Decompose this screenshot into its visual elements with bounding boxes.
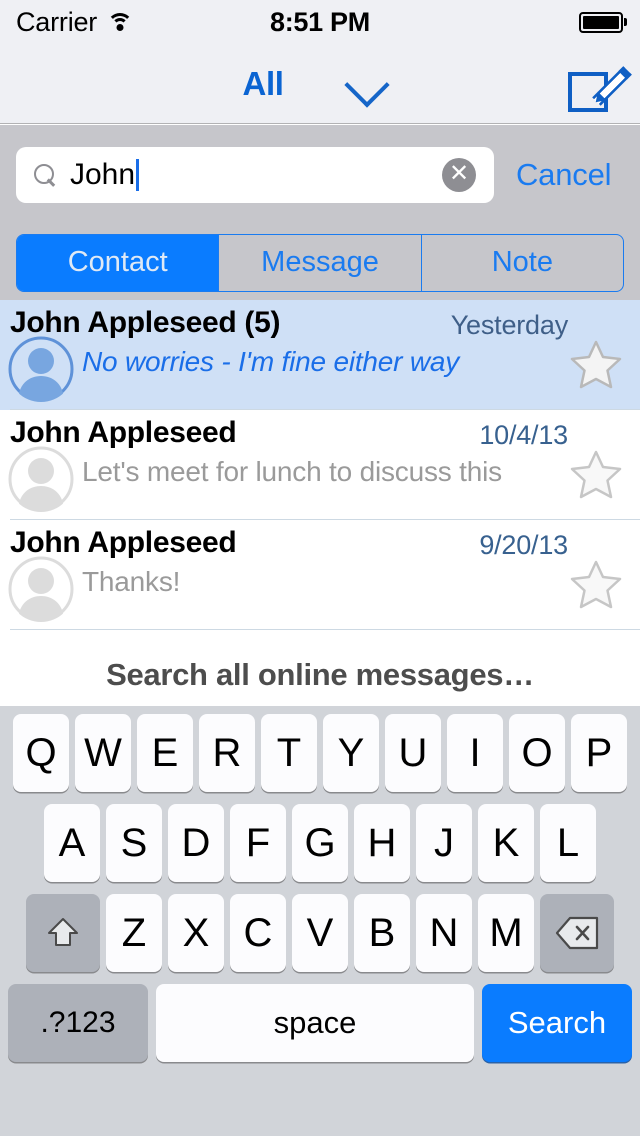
on-screen-keyboard: QWERTYUIOP ASDFGHJKL ZXCVBNM .?123 space… [0,706,640,1136]
backspace-icon[interactable] [540,894,614,972]
key-j[interactable]: J [416,804,472,882]
compose-icon[interactable] [566,62,618,114]
key-w[interactable]: W [75,714,131,792]
chevron-down-icon[interactable] [343,69,397,99]
keyboard-row-1: QWERTYUIOP [0,714,640,792]
key-v[interactable]: V [292,894,348,972]
keyboard-row-4: .?123 space Search [0,984,640,1062]
result-name: John Appleseed [10,416,236,450]
key-d[interactable]: D [168,804,224,882]
key-n[interactable]: N [416,894,472,972]
clear-circle-icon[interactable]: ✕ [442,158,476,192]
navigation-bar: All [0,44,640,124]
result-date: Yesterday [451,310,568,341]
shift-icon[interactable] [26,894,100,972]
search-icon [34,164,56,186]
table-row[interactable]: John Appleseed 9/20/13 Thanks! [0,520,640,630]
filter-label: All [243,65,284,103]
key-p[interactable]: P [571,714,627,792]
result-date: 10/4/13 [479,420,568,451]
result-name: John Appleseed (5) [10,306,280,340]
key-a[interactable]: A [44,804,100,882]
tab-contact[interactable]: Contact [17,235,219,291]
keyboard-row-2: ASDFGHJKL [0,804,640,882]
table-row[interactable]: John Appleseed (5) Yesterday No worries … [0,300,640,410]
key-f[interactable]: F [230,804,286,882]
text-cursor [136,159,139,191]
key-r[interactable]: R [199,714,255,792]
key-m[interactable]: M [478,894,534,972]
battery-full-icon [579,12,627,33]
space-key[interactable]: space [156,984,474,1062]
key-q[interactable]: Q [13,714,69,792]
key-o[interactable]: O [509,714,565,792]
search-online-label: Search all online messages… [106,657,534,693]
star-outline-icon[interactable] [568,558,624,612]
mailbox-filter-button[interactable]: All [243,65,398,103]
result-preview: Let's meet for lunch to discuss this [82,456,502,488]
tab-message[interactable]: Message [219,235,421,291]
key-h[interactable]: H [354,804,410,882]
contact-avatar-gray [8,446,74,512]
search-input-value: John [70,158,135,192]
star-outline-icon[interactable] [568,338,624,392]
star-outline-icon[interactable] [568,448,624,502]
keyboard-letters-row-3: ZXCVBNM [106,894,534,972]
key-y[interactable]: Y [323,714,379,792]
result-preview: Thanks! [82,566,180,598]
key-u[interactable]: U [385,714,441,792]
key-c[interactable]: C [230,894,286,972]
key-e[interactable]: E [137,714,193,792]
numbers-key[interactable]: .?123 [8,984,148,1062]
clear-glyph: ✕ [449,162,469,186]
app-root: Carrier 8:51 PM All John ✕ Cancel [0,0,640,1136]
result-name: John Appleseed [10,526,236,560]
search-key[interactable]: Search [482,984,632,1062]
contact-avatar-gray [8,556,74,622]
search-input[interactable]: John ✕ [16,147,494,203]
table-row[interactable]: John Appleseed 10/4/13 Let's meet for lu… [0,410,640,520]
keyboard-row-3: ZXCVBNM [0,894,640,972]
status-bar-clock: 8:51 PM [0,7,640,38]
key-k[interactable]: K [478,804,534,882]
result-preview: No worries - I'm fine either way [82,346,459,378]
key-g[interactable]: G [292,804,348,882]
segmented-control[interactable]: Contact Message Note [16,234,624,292]
cancel-button[interactable]: Cancel [516,157,611,193]
tab-note[interactable]: Note [422,235,623,291]
key-z[interactable]: Z [106,894,162,972]
key-t[interactable]: T [261,714,317,792]
status-bar: Carrier 8:51 PM [0,0,640,44]
scope-bar: Contact Message Note [0,225,640,300]
key-b[interactable]: B [354,894,410,972]
search-bar: John ✕ Cancel [0,125,640,225]
key-i[interactable]: I [447,714,503,792]
search-online-button[interactable]: Search all online messages… [0,645,640,705]
key-x[interactable]: X [168,894,224,972]
search-results-list: John Appleseed (5) Yesterday No worries … [0,300,640,630]
result-date: 9/20/13 [479,530,568,561]
key-s[interactable]: S [106,804,162,882]
contact-avatar-blue [8,336,74,402]
key-l[interactable]: L [540,804,596,882]
